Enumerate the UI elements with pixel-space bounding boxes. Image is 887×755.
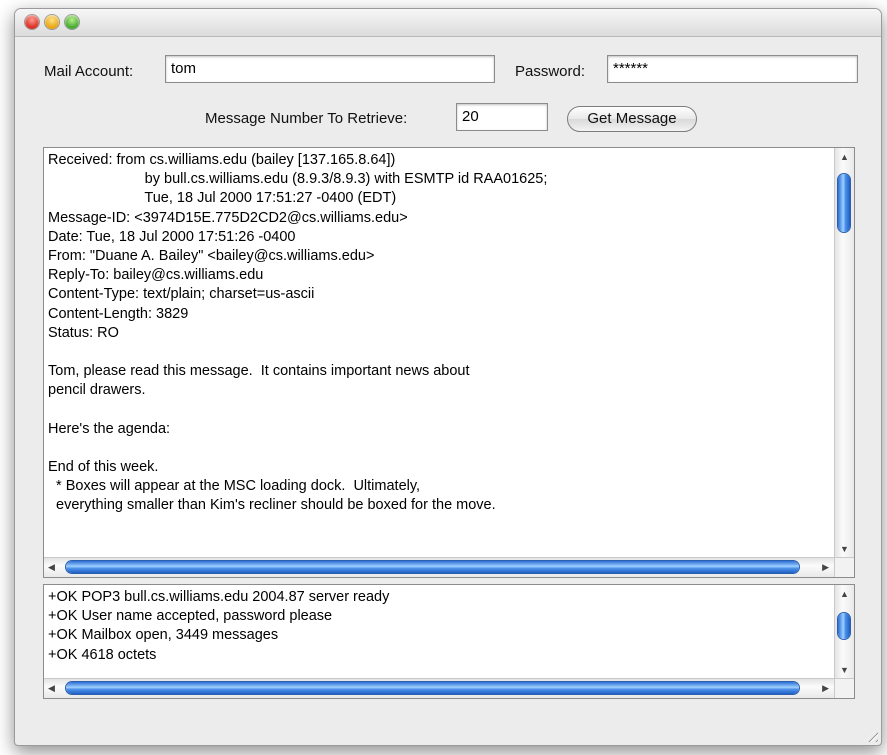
message-line <box>48 400 830 419</box>
close-window-icon[interactable] <box>25 15 39 29</box>
message-line: End of this week. <box>48 459 159 475</box>
password-field[interactable]: ****** <box>607 55 858 83</box>
zoom-window-icon[interactable] <box>65 15 79 29</box>
log-vertical-scrollbar[interactable]: ▲ ▼ <box>834 585 854 679</box>
message-vertical-scrollbar[interactable]: ▲ ▼ <box>834 148 854 558</box>
server-log-line: +OK User name accepted, password please <box>48 608 333 625</box>
scroll-left-arrow-icon[interactable]: ◀ <box>48 563 55 572</box>
minimize-window-icon[interactable] <box>45 15 59 29</box>
message-line: Tue, 18 Jul 2000 17:51:27 -0400 (EDT) <box>48 190 397 207</box>
server-log-text: +OK POP3 bull.cs.williams.edu 2004.87 se… <box>48 588 830 678</box>
log-vertical-scroll-thumb[interactable] <box>838 613 850 639</box>
mail-account-field[interactable]: tom <box>165 55 495 83</box>
message-line: Status: RO <box>48 324 119 341</box>
message-line: Tom, please read this message. It contai… <box>48 363 470 380</box>
message-line: Content-Type: text/plain; charset=us-asc… <box>48 286 315 303</box>
message-line: Message-ID: <3974D15E.775D2CD2@cs.willia… <box>48 209 408 226</box>
scroll-right-arrow-icon[interactable]: ▶ <box>822 563 829 572</box>
server-log-line: +OK 4618 octets <box>48 646 157 663</box>
password-label: Password: <box>515 63 586 80</box>
log-horizontal-scrollbar[interactable]: ◀ ▶ <box>44 678 835 698</box>
get-message-button[interactable]: Get Message <box>567 106 697 132</box>
message-line <box>48 343 830 362</box>
log-horizontal-scroll-thumb[interactable] <box>66 682 799 694</box>
resize-grip-icon[interactable] <box>864 728 878 742</box>
message-line: * Boxes will appear at the MSC loading d… <box>48 478 421 495</box>
message-line: From: "Duane A. Bailey" <bailey@cs.willi… <box>48 247 375 264</box>
scroll-down-arrow-icon[interactable]: ▼ <box>840 545 849 554</box>
server-log-text-area[interactable]: +OK POP3 bull.cs.williams.edu 2004.87 se… <box>43 584 855 699</box>
message-line: Received: from cs.williams.edu (bailey [… <box>48 152 396 168</box>
log-scroll-right-arrow-icon[interactable]: ▶ <box>822 684 829 693</box>
message-line: Reply-To: bailey@cs.williams.edu <box>48 267 264 284</box>
log-scroll-left-arrow-icon[interactable]: ◀ <box>48 684 55 693</box>
message-line: Here's the agenda: <box>48 420 171 437</box>
log-scroll-up-arrow-icon[interactable]: ▲ <box>840 590 849 599</box>
message-number-label: Message Number To Retrieve: <box>205 110 408 127</box>
message-horizontal-scrollbar[interactable]: ◀ ▶ <box>44 557 835 577</box>
scroll-corner <box>834 557 854 577</box>
message-line: pencil drawers. <box>48 382 146 399</box>
log-scroll-corner <box>834 678 854 698</box>
message-text-area[interactable]: Received: from cs.williams.edu (bailey [… <box>43 147 855 578</box>
message-line: Date: Tue, 18 Jul 2000 17:51:26 -0400 <box>48 228 296 245</box>
message-line: Content-Length: 3829 <box>48 305 189 322</box>
message-number-field[interactable]: 20 <box>456 103 548 131</box>
mail-account-label: Mail Account: <box>44 63 134 80</box>
message-line <box>48 439 830 458</box>
message-line: everything smaller than Kim's recliner s… <box>48 497 496 514</box>
server-log-line: +OK POP3 bull.cs.williams.edu 2004.87 se… <box>48 589 390 605</box>
message-vertical-scroll-thumb[interactable] <box>838 174 850 232</box>
title-bar[interactable] <box>15 9 881 37</box>
server-log-line: +OK Mailbox open, 3449 messages <box>48 627 279 644</box>
message-horizontal-scroll-thumb[interactable] <box>66 561 799 573</box>
message-text: Received: from cs.williams.edu (bailey [… <box>48 151 830 557</box>
message-line: by bull.cs.williams.edu (8.9.3/8.9.3) wi… <box>48 171 548 188</box>
scroll-up-arrow-icon[interactable]: ▲ <box>840 153 849 162</box>
log-scroll-down-arrow-icon[interactable]: ▼ <box>840 666 849 675</box>
mail-window: Mail Account: tom Password: ****** Messa… <box>14 8 882 746</box>
